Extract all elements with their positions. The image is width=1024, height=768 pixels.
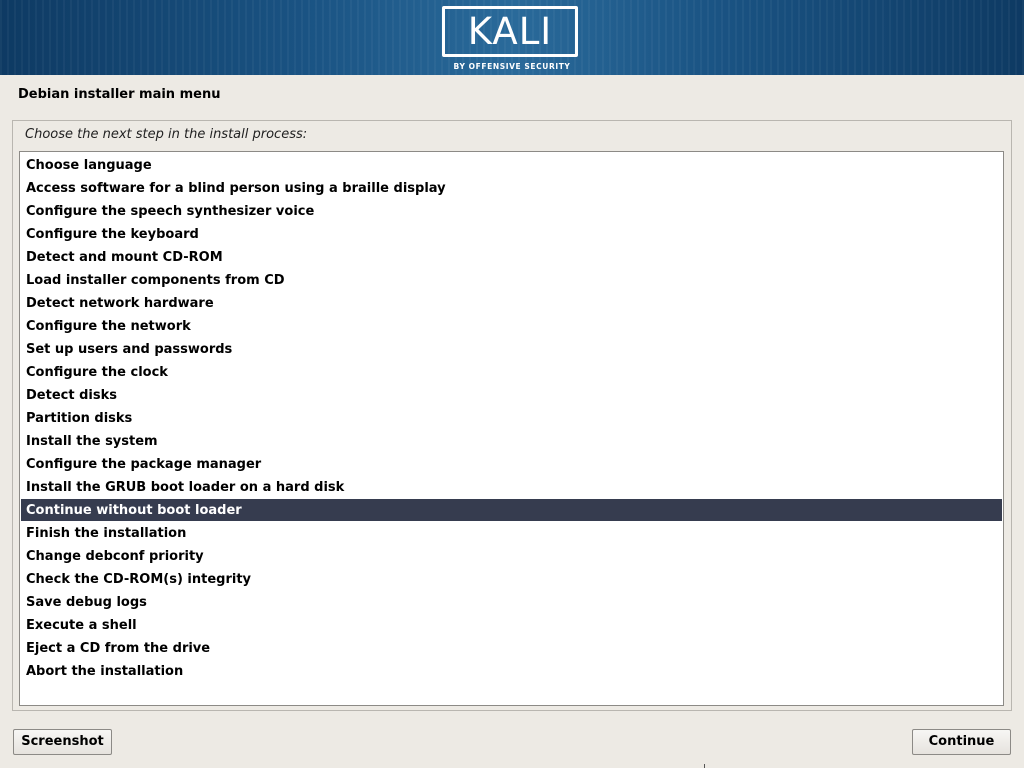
menu-item[interactable]: Install the GRUB boot loader on a hard d…	[21, 476, 1002, 498]
menu-item[interactable]: Change debconf priority	[21, 545, 1002, 567]
menu-item[interactable]: Detect and mount CD-ROM	[21, 246, 1002, 268]
menu-item[interactable]: Choose language	[21, 154, 1002, 176]
menu-item[interactable]: Load installer components from CD	[21, 269, 1002, 291]
menu-item[interactable]: Install the system	[21, 430, 1002, 452]
menu-item[interactable]: Eject a CD from the drive	[21, 637, 1002, 659]
menu-item[interactable]: Configure the clock	[21, 361, 1002, 383]
menu-item[interactable]: Access software for a blind person using…	[21, 177, 1002, 199]
menu-item[interactable]: Partition disks	[21, 407, 1002, 429]
menu-item[interactable]: Configure the package manager	[21, 453, 1002, 475]
logo-wordmark: KALI	[467, 10, 553, 53]
menu-item[interactable]: Save debug logs	[21, 591, 1002, 613]
menu-item[interactable]: Continue without boot loader	[21, 499, 1002, 521]
menu-item[interactable]: Set up users and passwords	[21, 338, 1002, 360]
mouse-cursor	[704, 764, 705, 768]
menu-item[interactable]: Check the CD-ROM(s) integrity	[21, 568, 1002, 590]
page-title: Debian installer main menu	[18, 87, 221, 102]
menu-item[interactable]: Configure the network	[21, 315, 1002, 337]
menu-item[interactable]: Abort the installation	[21, 660, 1002, 682]
installer-menu-list[interactable]: Choose language Access software for a bli…	[19, 151, 1004, 706]
menu-item[interactable]: Configure the speech synthesizer voice	[21, 200, 1002, 222]
menu-item[interactable]: Execute a shell	[21, 614, 1002, 636]
menu-item[interactable]: Detect disks	[21, 384, 1002, 406]
install-prompt: Choose the next step in the install proc…	[25, 127, 308, 142]
kali-banner: KALI BY OFFENSIVE SECURITY	[0, 0, 1024, 75]
menu-item[interactable]: Configure the keyboard	[21, 223, 1002, 245]
menu-item[interactable]: Finish the installation	[21, 522, 1002, 544]
menu-item[interactable]: Detect network hardware	[21, 292, 1002, 314]
kali-logo: KALI	[442, 6, 578, 57]
continue-button[interactable]: Continue	[912, 729, 1011, 755]
logo-tagline: BY OFFENSIVE SECURITY	[453, 62, 571, 71]
screenshot-button[interactable]: Screenshot	[13, 729, 112, 755]
